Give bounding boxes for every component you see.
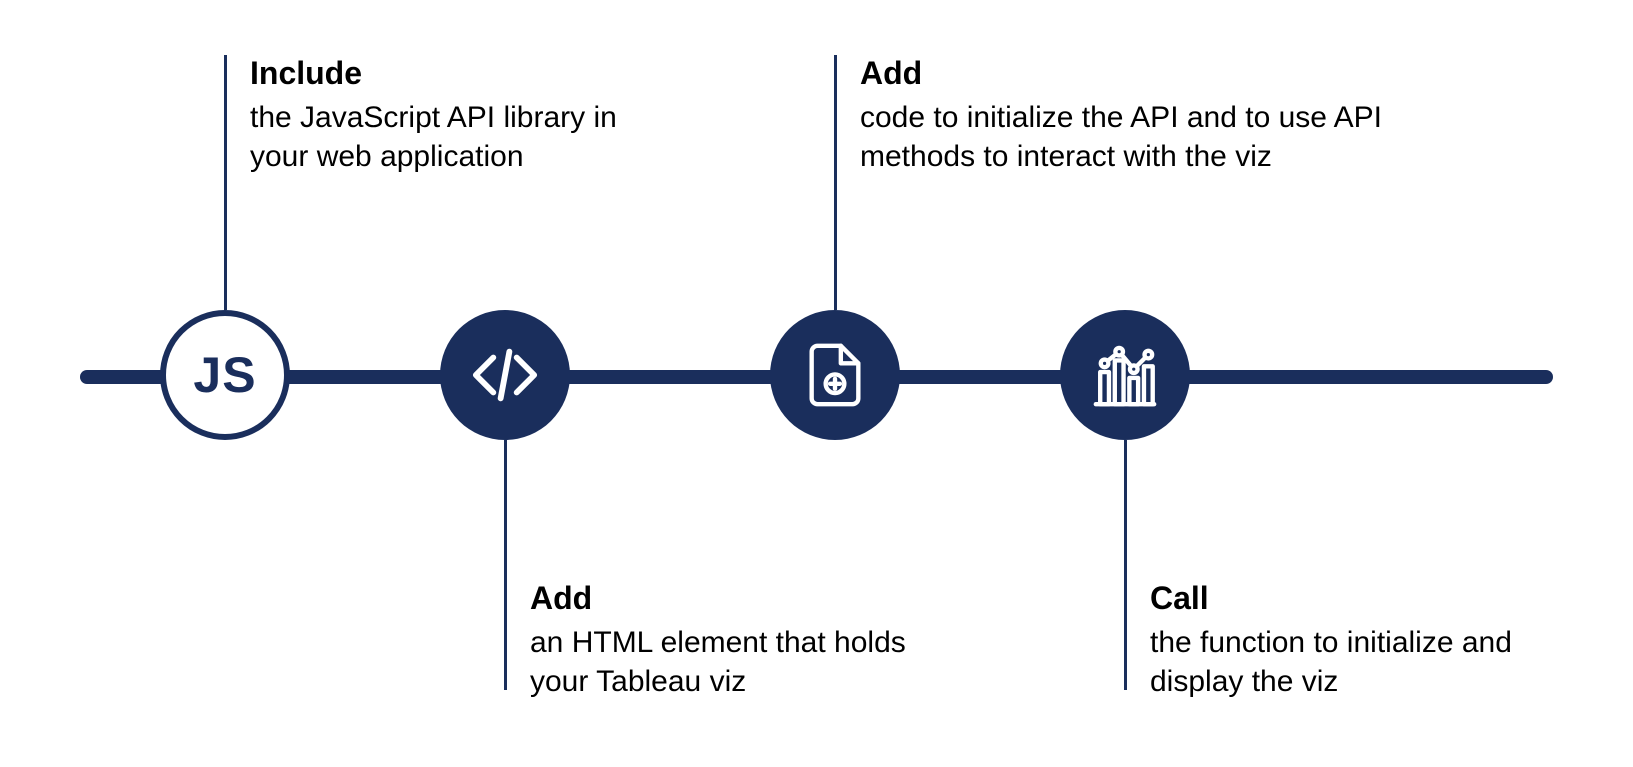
step-node-include: JS xyxy=(160,310,290,440)
step-label-add-code: Add code to initialize the API and to us… xyxy=(860,55,1420,176)
file-add-icon xyxy=(800,340,870,410)
step-title: Add xyxy=(860,55,1420,92)
step-label-call: Call the function to initialize and disp… xyxy=(1150,580,1570,701)
step-label-include: Include the JavaScript API library in yo… xyxy=(250,55,670,176)
connector-line-3 xyxy=(834,55,837,310)
step-node-add-code xyxy=(770,310,900,440)
step-title: Include xyxy=(250,55,670,92)
js-icon: JS xyxy=(193,346,256,404)
step-body: an HTML element that holds your Tableau … xyxy=(530,623,950,701)
code-brackets-icon xyxy=(470,340,540,410)
step-body: the function to initialize and display t… xyxy=(1150,623,1570,701)
connector-line-2 xyxy=(504,440,507,690)
step-node-call xyxy=(1060,310,1190,440)
step-node-add-element xyxy=(440,310,570,440)
step-body: code to initialize the API and to use AP… xyxy=(860,98,1420,176)
step-title: Call xyxy=(1150,580,1570,617)
connector-line-1 xyxy=(224,55,227,310)
step-body: the JavaScript API library in your web a… xyxy=(250,98,670,176)
bar-chart-icon xyxy=(1090,340,1160,410)
step-title: Add xyxy=(530,580,950,617)
step-label-add-element: Add an HTML element that holds your Tabl… xyxy=(530,580,950,701)
connector-line-4 xyxy=(1124,440,1127,690)
